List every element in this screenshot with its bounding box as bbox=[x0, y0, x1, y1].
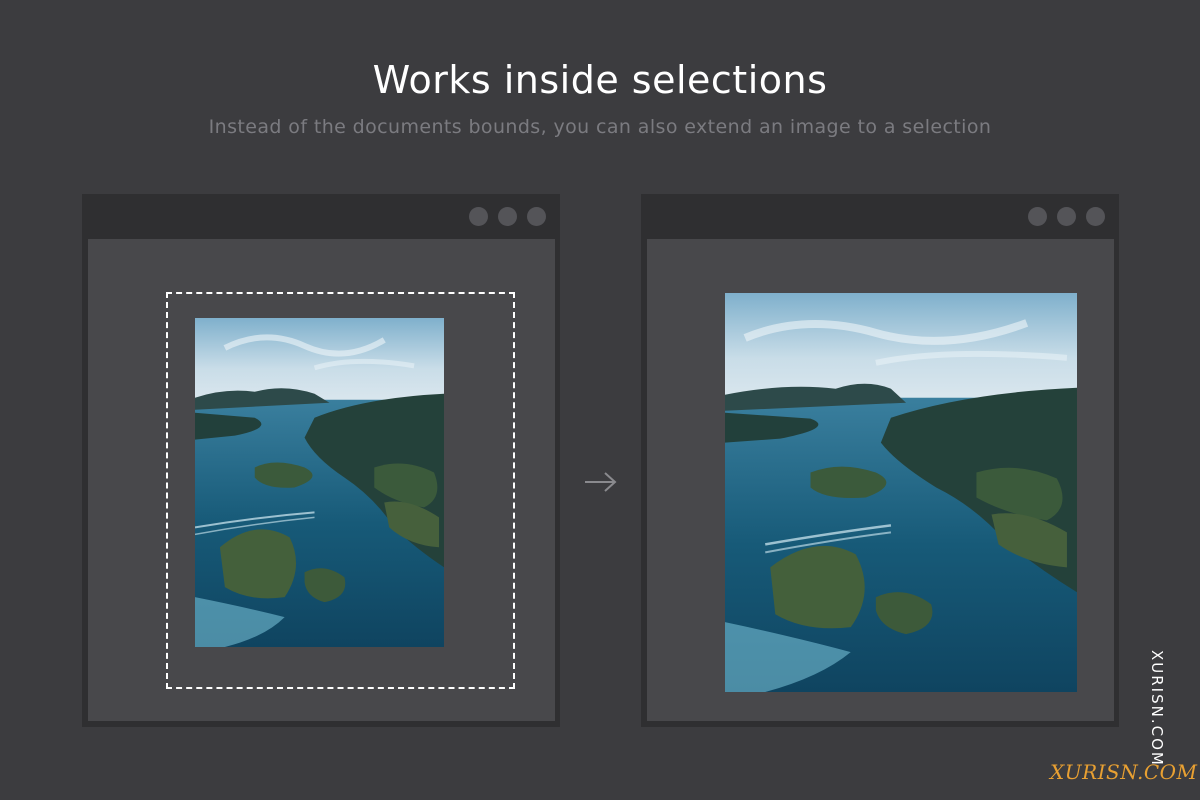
window-controls bbox=[469, 207, 546, 226]
window-control-button[interactable] bbox=[527, 207, 546, 226]
watermark-logo: XURISN.COM bbox=[1050, 760, 1198, 784]
watermark-vertical: XURISN.COM bbox=[1148, 650, 1166, 767]
document-canvas[interactable] bbox=[647, 239, 1114, 721]
window-control-button[interactable] bbox=[1028, 207, 1047, 226]
document-canvas[interactable] bbox=[88, 239, 555, 721]
window-control-button[interactable] bbox=[498, 207, 517, 226]
window-control-button[interactable] bbox=[1057, 207, 1076, 226]
page-subtitle: Instead of the documents bounds, you can… bbox=[208, 116, 992, 138]
before-window bbox=[82, 194, 560, 727]
feature-slide: Works inside selections Instead of the d… bbox=[0, 0, 1200, 800]
window-titlebar bbox=[82, 194, 560, 238]
window-control-button[interactable] bbox=[1086, 207, 1105, 226]
window-titlebar bbox=[641, 194, 1119, 238]
after-window bbox=[641, 194, 1119, 727]
island-photo-extended bbox=[725, 293, 1077, 692]
arrow-right-icon bbox=[583, 470, 619, 494]
page-title: Works inside selections bbox=[372, 58, 828, 102]
island-photo-original bbox=[195, 318, 444, 647]
window-controls bbox=[1028, 207, 1105, 226]
window-control-button[interactable] bbox=[469, 207, 488, 226]
